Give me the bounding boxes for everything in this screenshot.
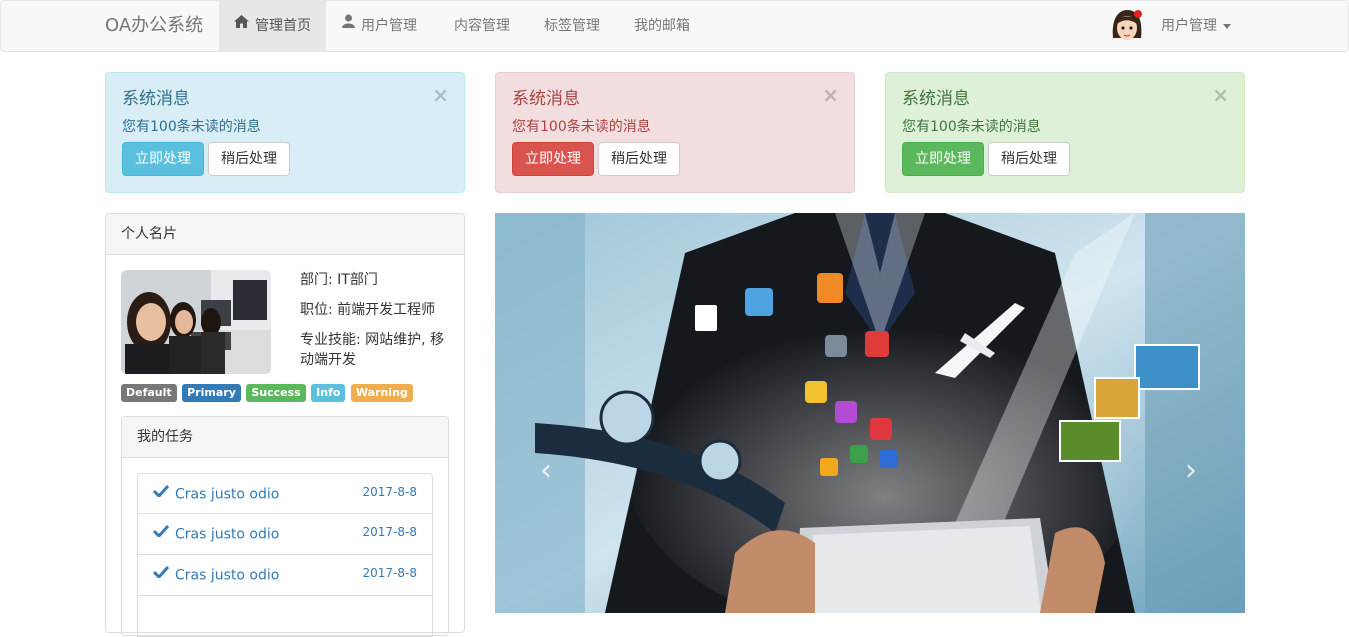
check-icon <box>152 565 170 582</box>
nav-item-label: 标签管理 <box>544 18 600 34</box>
alert-title: 系统消息 <box>512 89 580 109</box>
nav-item-users[interactable]: 用户管理 <box>327 1 432 51</box>
task-text: Cras justo odio <box>175 486 280 503</box>
check-icon <box>152 484 170 501</box>
task-list-item[interactable]: Cras justo odio 2017-8-8 <box>137 555 433 596</box>
profile-department: 部门: IT部门 <box>300 272 378 288</box>
alert-text: 您有100条未读的消息 <box>122 119 261 135</box>
task-date: 2017-8-8 <box>362 485 417 499</box>
alert-text: 您有100条未读的消息 <box>902 119 1041 135</box>
task-text: Cras justo odio <box>175 526 280 543</box>
process-now-button[interactable]: 立即处理 <box>512 142 594 176</box>
process-now-button[interactable]: 立即处理 <box>902 142 984 176</box>
process-later-button[interactable]: 稍后处理 <box>988 142 1070 176</box>
label-info: Info <box>311 384 346 402</box>
nav-item-home[interactable]: 管理首页 <box>219 1 326 51</box>
user-menu-dropdown[interactable]: 用户管理 <box>1146 1 1246 51</box>
nav-item-label: 用户管理 <box>361 18 417 34</box>
task-list-item[interactable] <box>137 596 433 637</box>
close-icon[interactable]: × <box>822 85 839 105</box>
brand-logo[interactable]: OA办公系统 <box>105 1 203 51</box>
user-menu-label: 用户管理 <box>1161 18 1217 34</box>
alert-system-message-info: 系统消息 × 您有100条未读的消息 立即处理 稍后处理 <box>105 72 465 193</box>
task-list-item[interactable]: Cras justo odio 2017-8-8 <box>137 473 433 514</box>
alert-text: 您有100条未读的消息 <box>512 119 651 135</box>
process-later-button[interactable]: 稍后处理 <box>208 142 290 176</box>
check-icon <box>152 524 170 541</box>
nav-item-label: 管理首页 <box>255 18 311 34</box>
user-icon <box>342 0 355 49</box>
process-later-button[interactable]: 稍后处理 <box>598 142 680 176</box>
alert-system-message-success: 系统消息 × 您有100条未读的消息 立即处理 稍后处理 <box>885 72 1245 193</box>
profile-card-heading: 个人名片 <box>106 214 464 255</box>
nav-item-mailbox[interactable]: 我的邮箱 <box>619 1 705 51</box>
caret-down-icon <box>1223 23 1231 29</box>
process-now-button[interactable]: 立即处理 <box>122 142 204 176</box>
nav-item-label: 我的邮箱 <box>634 18 690 34</box>
label-warning: Warning <box>350 384 413 402</box>
my-tasks-panel: 我的任务 Cras justo odio 2017-8-8 Cras justo… <box>121 416 449 637</box>
profile-card-panel: 个人名片 部门: IT部门 职位: 前端开发工程师 专业技能: 网站维护, 移动… <box>105 213 465 637</box>
alert-system-message-danger: 系统消息 × 您有100条未读的消息 立即处理 稍后处理 <box>495 72 855 193</box>
profile-position: 职位: 前端开发工程师 <box>300 302 436 318</box>
carousel-next-icon[interactable]: › <box>1185 453 1197 488</box>
user-avatar[interactable] <box>1109 8 1145 46</box>
close-icon[interactable]: × <box>432 85 449 105</box>
carousel-slide-image <box>495 213 1245 613</box>
top-navbar: OA办公系统 管理首页 用户管理 内容管理 标签管理 我的邮箱 用户管理 <box>0 0 1349 52</box>
task-list: Cras justo odio 2017-8-8 Cras justo odio… <box>137 473 433 637</box>
task-list-item[interactable]: Cras justo odio 2017-8-8 <box>137 514 433 555</box>
label-default: Default <box>121 384 177 402</box>
nav-item-label: 内容管理 <box>454 18 510 34</box>
alert-title: 系统消息 <box>122 89 190 109</box>
task-date: 2017-8-8 <box>362 566 417 580</box>
close-icon[interactable]: × <box>1212 85 1229 105</box>
profile-skills: 专业技能: 网站维护, 移动端开发 <box>300 332 445 368</box>
home-icon <box>234 0 249 49</box>
image-carousel[interactable]: ‹ › <box>495 213 1245 613</box>
task-text: Cras justo odio <box>175 567 280 584</box>
carousel-prev-icon[interactable]: ‹ <box>540 453 552 488</box>
label-success: Success <box>246 384 306 402</box>
task-date: 2017-8-8 <box>362 525 417 539</box>
label-group: Default Primary Success Info Warning <box>121 384 414 402</box>
my-tasks-heading: 我的任务 <box>122 417 448 458</box>
profile-photo <box>121 270 271 374</box>
label-primary: Primary <box>182 384 241 402</box>
alert-title: 系统消息 <box>902 89 970 109</box>
nav-item-tags[interactable]: 标签管理 <box>529 1 615 51</box>
nav-item-content[interactable]: 内容管理 <box>439 1 525 51</box>
profile-info: 部门: IT部门 职位: 前端开发工程师 专业技能: 网站维护, 移动端开发 <box>300 270 450 380</box>
